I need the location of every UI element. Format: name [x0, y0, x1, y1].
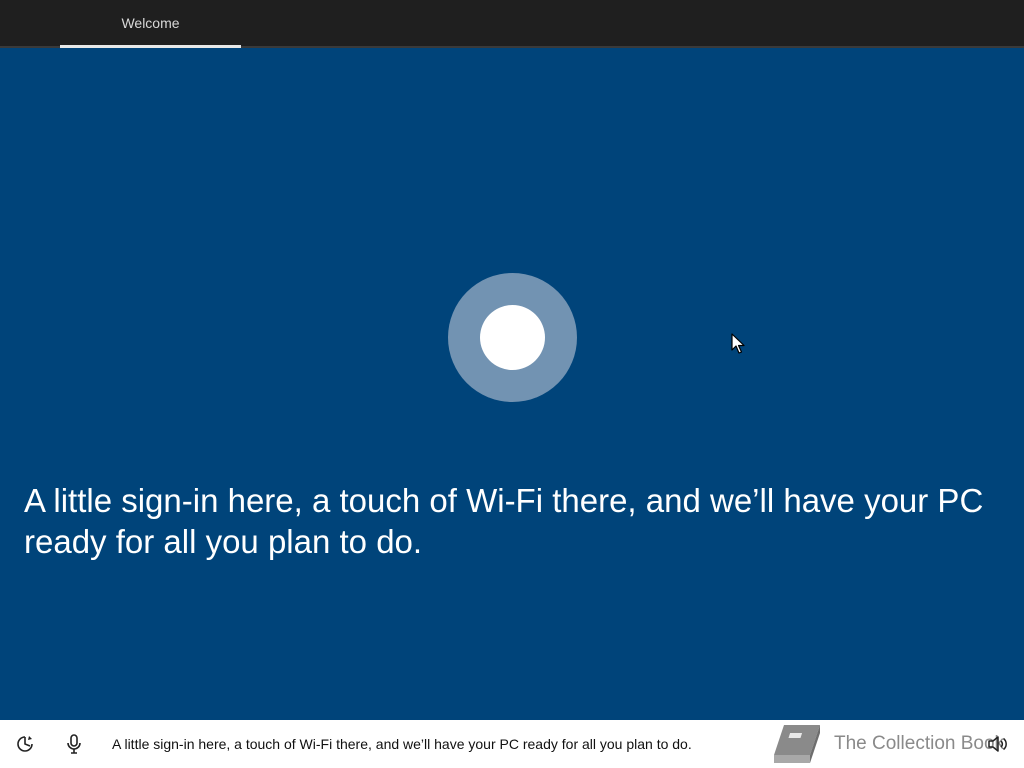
cortana-ring-icon [448, 273, 577, 402]
top-bar: Welcome [0, 0, 1024, 48]
mouse-cursor-icon [731, 333, 745, 354]
oobe-window: Welcome A little sign-in here, a touch o… [0, 0, 1024, 768]
microphone-button[interactable] [58, 728, 90, 760]
narration-caption: A little sign-in here, a touch of Wi-Fi … [112, 736, 692, 752]
main-content: A little sign-in here, a touch of Wi-Fi … [0, 48, 1024, 720]
volume-icon [988, 736, 1007, 752]
book-icon [774, 725, 820, 763]
watermark-text: The Collection Book [834, 733, 1005, 754]
ease-of-access-icon [17, 736, 33, 752]
tab-welcome-label: Welcome [121, 15, 180, 31]
cortana-core [480, 305, 545, 370]
watermark: The Collection Book [770, 720, 1010, 768]
ease-of-access-button[interactable] [9, 728, 41, 760]
tab-welcome[interactable]: Welcome [60, 0, 241, 46]
bottom-bar: A little sign-in here, a touch of Wi-Fi … [0, 720, 1024, 768]
microphone-icon [67, 734, 81, 754]
page-headline: A little sign-in here, a touch of Wi-Fi … [24, 482, 984, 560]
volume-button[interactable] [981, 728, 1013, 760]
